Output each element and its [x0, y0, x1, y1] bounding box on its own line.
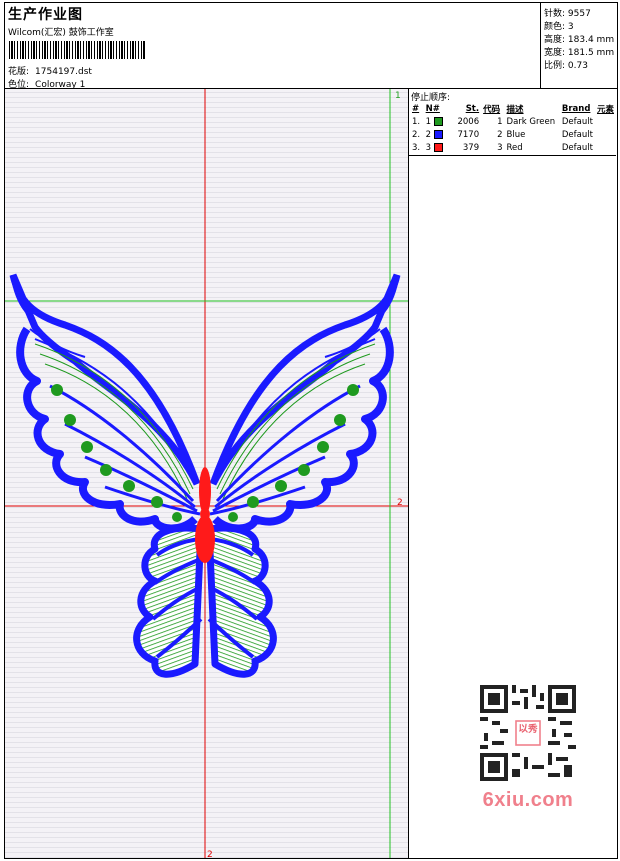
row-n-value: 2: [425, 129, 432, 140]
row-brand: Default: [561, 142, 593, 153]
stat-width: 宽度: 181.5 mm: [544, 45, 614, 58]
left-lower-wing: [133, 524, 205, 678]
stat-height: 高度: 183.4 mm: [544, 32, 614, 45]
stat-value: 181.5 mm: [567, 48, 615, 58]
row-index: 3.: [412, 142, 421, 153]
row-code: 2: [497, 129, 503, 140]
col-brand: Brand: [561, 103, 591, 114]
butterfly-embroidery: 1 2 2: [5, 89, 408, 859]
stat-label: 针数:: [544, 9, 566, 19]
row-element: [595, 128, 616, 141]
barcode: [9, 41, 145, 59]
col-n: N#: [425, 103, 440, 114]
col-index: #: [412, 103, 420, 114]
qr-logo-text: 以秀: [518, 723, 538, 735]
col-element: 元素: [596, 104, 614, 115]
row-index: 2.: [412, 129, 421, 140]
row-element: [595, 141, 616, 154]
row-stitches: 7170: [457, 129, 480, 140]
marker-top: 1: [395, 91, 401, 101]
stat-value: 9557: [567, 9, 591, 19]
right-lower-wing: [205, 524, 277, 678]
row-n-value: 1: [425, 116, 432, 127]
stat-value: 183.4 mm: [567, 35, 615, 45]
stat-label: 比例:: [544, 61, 566, 71]
row-desc: Blue: [506, 129, 526, 140]
color-swatch: [433, 129, 443, 139]
row-index: 1.: [412, 116, 421, 127]
stop-sequence-table: # N# St. 代码 描述 Brand 元素 1. 1 2006 1 Dark…: [410, 102, 616, 154]
row-code: 3: [497, 142, 503, 153]
table-header-row: # N# St. 代码 描述 Brand 元素: [410, 102, 616, 115]
row-brand: Default: [561, 116, 593, 127]
row-n-value: 3: [425, 142, 432, 153]
design-canvas[interactable]: 1 2 2: [4, 88, 409, 859]
row-n: 2: [424, 128, 446, 141]
col-stitches: St.: [465, 103, 480, 114]
qr-code: 以秀: [480, 685, 576, 781]
table-row[interactable]: 1. 1 2006 1 Dark Green Default: [410, 115, 616, 128]
row-desc: Dark Green: [506, 116, 556, 127]
row-n: 1: [424, 115, 446, 128]
design-file-row: 花版: 1754197.dst: [8, 64, 92, 77]
row-brand: Default: [561, 129, 593, 140]
color-swatch: [433, 116, 443, 126]
stat-colors: 颜色: 3: [544, 19, 574, 32]
stat-label: 宽度:: [544, 48, 566, 58]
row-stitches: 379: [462, 142, 480, 153]
watermark-site-text: 6xiu.com: [482, 789, 574, 811]
row-element: [595, 115, 616, 128]
marker-mid: 2: [397, 498, 403, 508]
company-name: Wilcom(汇宏) 鼓饰工作室: [8, 28, 114, 38]
marker-bottom: 2: [207, 850, 213, 859]
row-desc: Red: [506, 142, 523, 153]
stat-label: 高度:: [544, 35, 566, 45]
header-info: 生产作业图 Wilcom(汇宏) 鼓饰工作室 花版: 1754197.dst 色位…: [4, 2, 540, 90]
row-stitches: 2006: [457, 116, 480, 127]
design-stats: 针数: 9557 颜色: 3 高度: 183.4 mm 宽度: 181.5 mm…: [540, 2, 618, 88]
stat-stitches: 针数: 9557: [544, 6, 591, 19]
watermark: 以秀 6xiu.com: [472, 681, 584, 811]
stat-scale: 比例: 0.73: [544, 58, 588, 71]
stop-sequence-header: 停止顺序: # N# St. 代码 描述 Brand 元素 1. 1 2006: [409, 89, 616, 156]
stat-label: 颜色:: [544, 22, 566, 32]
stat-value: 3: [567, 22, 574, 32]
right-upper-wing: [209, 273, 401, 533]
page-title: 生产作业图: [8, 7, 83, 23]
design-file-value: 1754197.dst: [35, 67, 92, 77]
color-swatch: [433, 142, 443, 152]
col-code: 代码: [483, 104, 501, 115]
left-upper-wing: [9, 273, 201, 533]
col-desc: 描述: [506, 104, 524, 115]
design-file-label: 花版:: [8, 67, 30, 77]
table-row[interactable]: 3. 3 379 3 Red Default: [410, 141, 616, 154]
row-n: 3: [424, 141, 446, 154]
row-code: 1: [497, 116, 503, 127]
stat-value: 0.73: [567, 61, 588, 71]
table-row[interactable]: 2. 2 7170 2 Blue Default: [410, 128, 616, 141]
